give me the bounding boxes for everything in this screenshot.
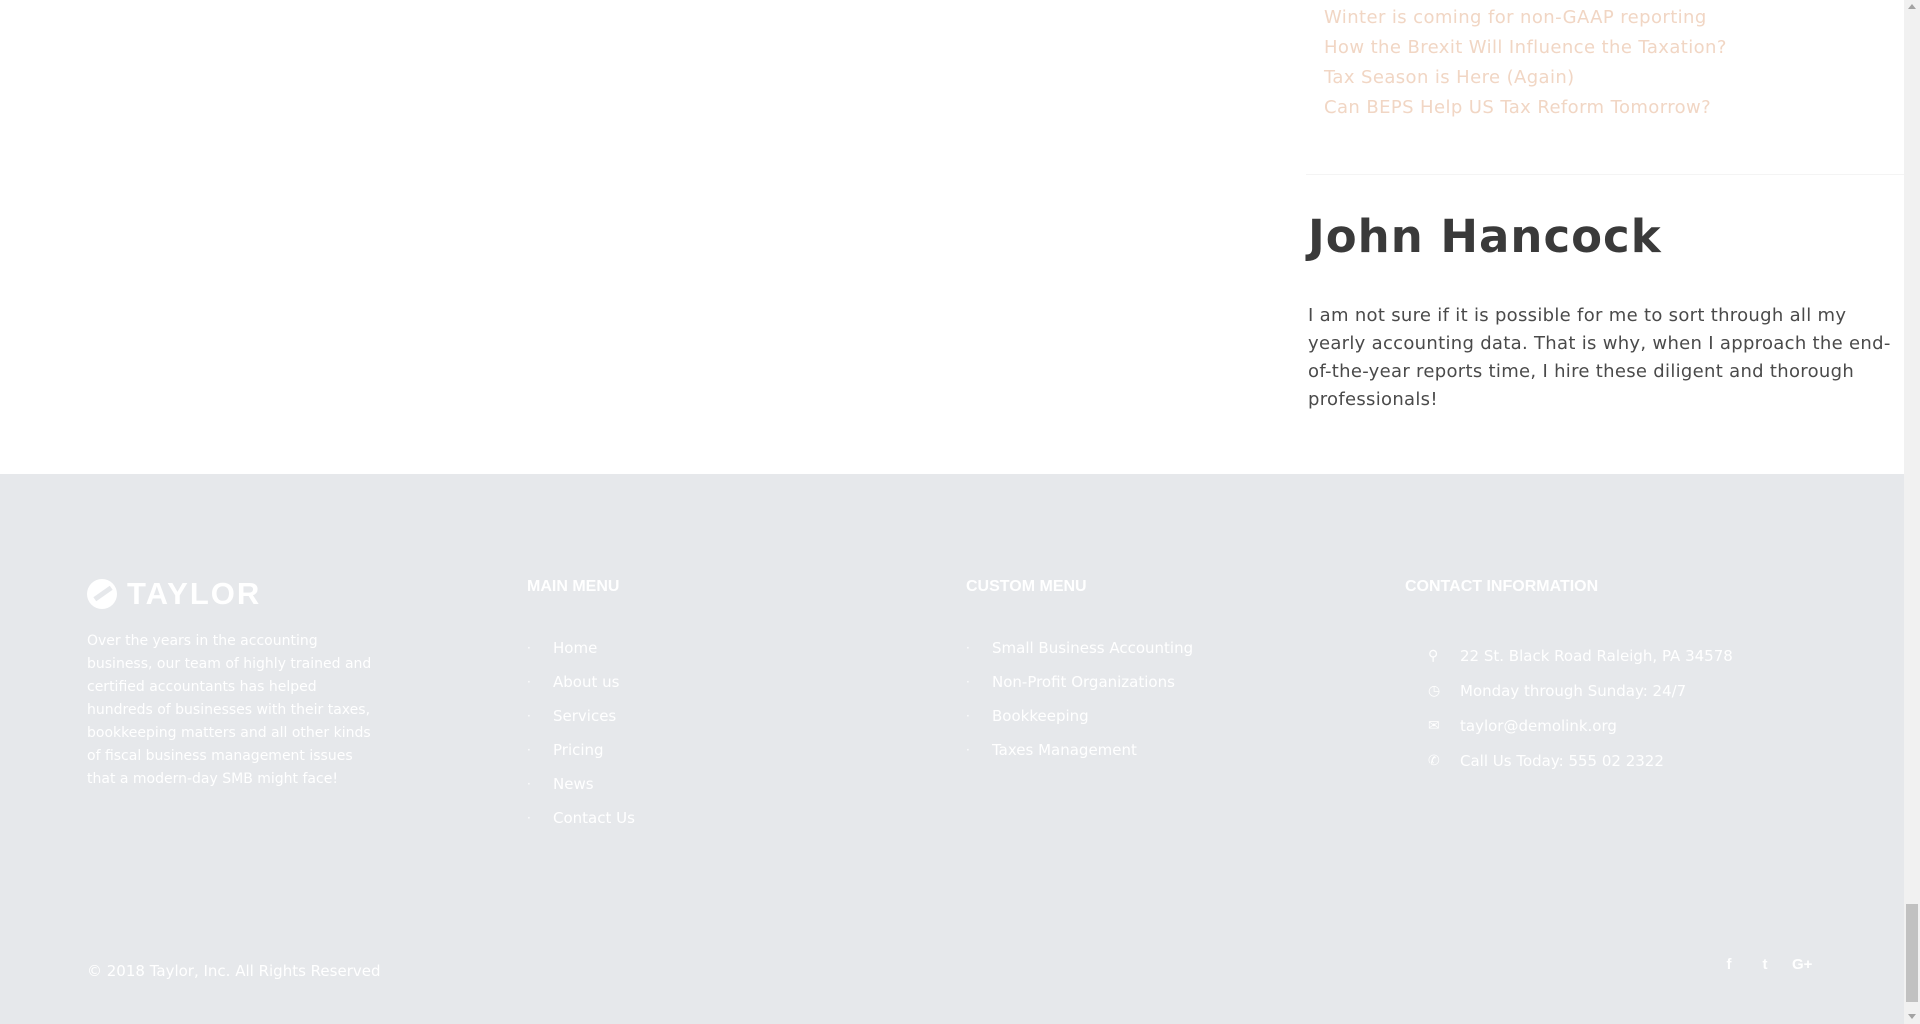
phone-icon: ✆ <box>1428 752 1440 769</box>
google-plus-icon[interactable]: G+ <box>1792 956 1812 973</box>
menu-link-services[interactable]: Services <box>553 706 616 726</box>
menu-item: · News <box>527 774 635 808</box>
contact-item-hours: ◷ Monday through Sunday: 24/7 <box>1428 673 1733 708</box>
contact-item-email: ✉ taylor@demolink.org <box>1428 708 1733 743</box>
bullet-icon: · <box>966 709 970 723</box>
menu-item: · Bookkeeping <box>966 706 1193 740</box>
menu-item: · Services <box>527 706 635 740</box>
contact-hours: Monday through Sunday: 24/7 <box>1460 681 1687 700</box>
page: Winter is coming for non-GAAP reporting … <box>0 0 1920 1024</box>
contact-item-address: ⚲ 22 St. Black Road Raleigh, PA 34578 <box>1428 638 1733 673</box>
menu-item: · Pricing <box>527 740 635 774</box>
contact-address: 22 St. Black Road Raleigh, PA 34578 <box>1460 646 1733 665</box>
scroll-up-arrow-icon[interactable] <box>1908 4 1916 9</box>
menu-item: · Non-Profit Organizations <box>966 672 1193 706</box>
menu-link-contact[interactable]: Contact Us <box>553 808 635 828</box>
menu-item: · Taxes Management <box>966 740 1193 774</box>
recent-post-link[interactable]: Tax Season is Here (Again) <box>1324 67 1575 88</box>
twitter-icon[interactable]: t <box>1756 956 1774 973</box>
contact-email[interactable]: taylor@demolink.org <box>1460 716 1617 736</box>
bullet-icon: · <box>527 641 531 655</box>
menu-link-small-business[interactable]: Small Business Accounting <box>992 638 1193 658</box>
menu-item: · About us <box>527 672 635 706</box>
bullet-icon: · <box>527 675 531 689</box>
testimonial-quote: I am not sure if it is possible for me t… <box>1308 305 1891 410</box>
envelope-icon: ✉ <box>1428 717 1440 734</box>
bullet-icon: · <box>966 675 970 689</box>
map-pin-icon: ⚲ <box>1428 647 1439 664</box>
list-item: Winter is coming for non-GAAP reporting <box>1324 4 1727 34</box>
menu-link-about[interactable]: About us <box>553 672 619 692</box>
contact-phone[interactable]: Call Us Today: 555 02 2322 <box>1460 751 1664 771</box>
menu-item: · Contact Us <box>527 808 635 842</box>
bullet-icon: · <box>966 641 970 655</box>
recent-post-link[interactable]: How the Brexit Will Influence the Taxati… <box>1324 37 1727 58</box>
contact-title: CONTACT INFORMATION <box>1405 578 1599 595</box>
list-item: How the Brexit Will Influence the Taxati… <box>1324 34 1727 64</box>
recent-posts-list: Winter is coming for non-GAAP reporting … <box>1324 4 1727 124</box>
bullet-icon: · <box>527 743 531 757</box>
copyright-text: © 2018 Taylor, Inc. All Rights Reserved <box>87 962 381 980</box>
logo-icon <box>87 579 117 609</box>
testimonial-author: John Hancock <box>1308 210 1662 263</box>
bullet-icon: · <box>527 777 531 791</box>
custom-menu-title: CUSTOM MENU <box>966 578 1087 595</box>
main-content: Winter is coming for non-GAAP reporting … <box>0 0 1904 474</box>
recent-post-link[interactable]: Winter is coming for non-GAAP reporting <box>1324 7 1707 28</box>
menu-link-bookkeeping[interactable]: Bookkeeping <box>992 706 1089 726</box>
bullet-icon: · <box>527 709 531 723</box>
menu-link-non-profit[interactable]: Non-Profit Organizations <box>992 672 1175 692</box>
list-item: Tax Season is Here (Again) <box>1324 64 1727 94</box>
contact-list: ⚲ 22 St. Black Road Raleigh, PA 34578 ◷ Mo… <box>1428 638 1733 778</box>
divider <box>1306 174 1904 175</box>
footer: TAYLOR Over the years in the accounting … <box>0 474 1904 1024</box>
scroll-down-arrow-icon[interactable] <box>1908 1014 1916 1019</box>
menu-item: · Small Business Accounting <box>966 638 1193 672</box>
main-menu: · Home · About us · Services · Pricing · News… <box>527 638 635 842</box>
menu-link-news[interactable]: News <box>553 774 594 794</box>
bullet-icon: · <box>966 743 970 757</box>
custom-menu: · Small Business Accounting · Non-Profit O… <box>966 638 1193 774</box>
facebook-icon[interactable]: f <box>1720 956 1738 973</box>
logo-text: TAYLOR <box>127 576 262 611</box>
contact-item-phone: ✆ Call Us Today: 555 02 2322 <box>1428 743 1733 778</box>
menu-item: · Home <box>527 638 635 672</box>
social-links: f t G+ <box>1720 956 1813 973</box>
list-item: Can BEPS Help US Tax Reform Tomorrow? <box>1324 94 1727 124</box>
recent-post-link[interactable]: Can BEPS Help US Tax Reform Tomorrow? <box>1324 97 1711 118</box>
scrollbar-thumb[interactable] <box>1906 904 1918 1002</box>
menu-link-home[interactable]: Home <box>553 638 597 658</box>
vertical-scrollbar[interactable] <box>1904 0 1920 1024</box>
bullet-icon: · <box>527 811 531 825</box>
about-text: Over the years in the accounting busines… <box>87 633 372 787</box>
menu-link-pricing[interactable]: Pricing <box>553 740 604 760</box>
menu-link-taxes[interactable]: Taxes Management <box>992 740 1137 760</box>
main-menu-title: MAIN MENU <box>527 578 620 595</box>
clock-icon: ◷ <box>1428 682 1441 699</box>
footer-logo[interactable]: TAYLOR <box>87 576 261 612</box>
